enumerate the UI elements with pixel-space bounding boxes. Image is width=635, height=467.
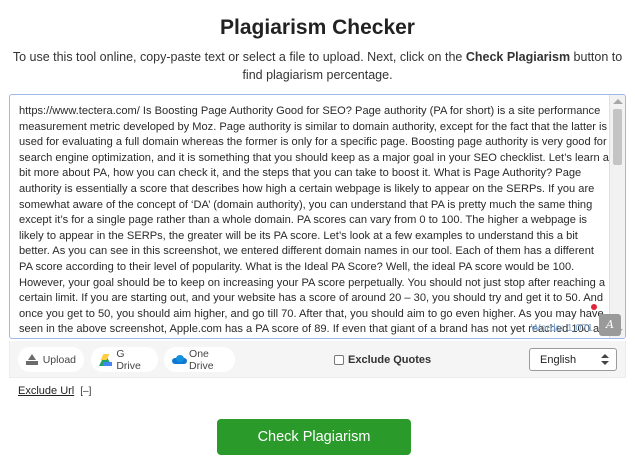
google-drive-icon — [99, 353, 112, 366]
grammar-assistant-icon[interactable]: A — [599, 314, 621, 336]
editor-text[interactable]: https://www.tectera.com/ Is Boosting Pag… — [19, 104, 609, 336]
page-subtitle: To use this tool online, copy-paste text… — [8, 48, 627, 84]
editor-toolbar: Upload G Drive One Drive Exclude Quotes … — [9, 341, 626, 378]
language-select[interactable]: English — [529, 348, 617, 371]
scroll-up-arrow-icon[interactable] — [613, 99, 623, 104]
exclude-quotes-option[interactable]: Exclude Quotes — [334, 354, 431, 366]
word-count: Words: 1,071 — [530, 322, 593, 334]
onedrive-button[interactable]: One Drive — [164, 347, 235, 372]
check-plagiarism-button[interactable]: Check Plagiarism — [217, 419, 411, 455]
onedrive-label: One Drive — [189, 347, 214, 372]
exclude-url-toggle[interactable]: [–] — [80, 386, 91, 397]
text-editor[interactable]: https://www.tectera.com/ Is Boosting Pag… — [9, 94, 626, 339]
exclude-quotes-checkbox[interactable] — [334, 355, 344, 365]
google-drive-button[interactable]: G Drive — [91, 347, 158, 372]
onedrive-icon — [172, 355, 188, 364]
language-selected: English — [540, 353, 577, 366]
exclude-quotes-label: Exclude Quotes — [348, 354, 432, 366]
exclude-url-section: Exclude Url [–] — [18, 385, 91, 397]
upload-label: Upload — [42, 353, 76, 366]
editor-scrollbar[interactable] — [609, 95, 625, 338]
scroll-thumb[interactable] — [613, 109, 622, 165]
exclude-url-link[interactable]: Exclude Url — [18, 385, 74, 397]
google-drive-label: G Drive — [116, 347, 141, 372]
subtitle-bold-text: Check Plagiarism — [465, 50, 571, 64]
subtitle-text-1: To use this tool online, copy-paste text… — [12, 50, 466, 64]
page-title: Plagiarism Checker — [220, 16, 415, 39]
upload-button[interactable]: Upload — [18, 347, 84, 372]
upload-icon — [26, 354, 38, 365]
error-marker-icon — [591, 304, 597, 310]
select-arrows-icon — [599, 352, 611, 367]
